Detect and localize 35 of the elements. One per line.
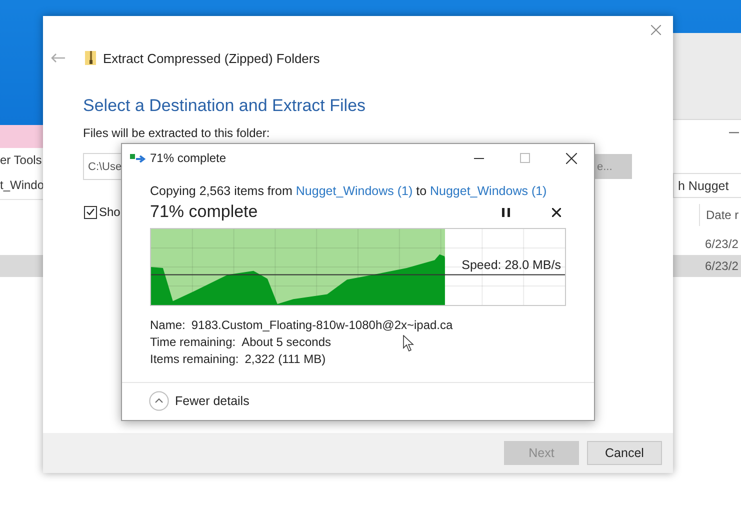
date-cell[interactable]: 6/23/2 bbox=[673, 255, 741, 277]
folder-link[interactable]: Nugget_Windows (1) bbox=[296, 184, 413, 198]
pause-icon bbox=[502, 208, 510, 216]
field-label: Files will be extracted to this folder: bbox=[83, 126, 271, 140]
fewer-details-button[interactable]: Fewer details bbox=[149, 391, 250, 411]
checkbox[interactable] bbox=[84, 206, 97, 218]
ribbon-context-band bbox=[0, 125, 43, 148]
chevron-up-icon bbox=[149, 391, 169, 411]
detail-label: Name: bbox=[150, 317, 186, 334]
zip-folder-icon bbox=[85, 51, 96, 65]
detail-value: About 5 seconds bbox=[242, 334, 331, 351]
detail-label: Time remaining: bbox=[150, 334, 236, 351]
maximize-icon bbox=[520, 153, 530, 163]
speed-label: Speed: 28.0 MB/s bbox=[462, 258, 561, 272]
checkbox-label: Sho bbox=[99, 205, 120, 219]
date-cell[interactable]: 6/23/2 bbox=[673, 233, 741, 255]
window-title: 71% complete bbox=[150, 151, 226, 165]
detail-value: 9183.Custom_Floating-810w-1080h@2x~ipad.ca bbox=[191, 317, 453, 334]
progress-status: 71% complete bbox=[150, 202, 258, 222]
ribbon-tab[interactable]: er Tools bbox=[0, 148, 43, 172]
detail-value: 2,322 (111 MB) bbox=[244, 351, 326, 368]
close-icon bbox=[566, 152, 576, 164]
back-arrow-icon[interactable] bbox=[51, 53, 65, 63]
page-heading: Select a Destination and Extract Files bbox=[83, 96, 367, 116]
column-header[interactable]: Date r bbox=[699, 204, 741, 226]
window-title: Extract Compressed (Zipped) Folders bbox=[103, 50, 320, 66]
cancel-button[interactable]: Cancel bbox=[587, 441, 662, 465]
cursor-icon bbox=[403, 335, 415, 352]
copy-description: Copying 2,563 items from Nugget_Windows (1) to Nugget_Windows (1) bbox=[150, 184, 548, 199]
detail-label: Items remaining: bbox=[150, 351, 239, 368]
minimize-icon[interactable] bbox=[729, 132, 739, 134]
close-icon bbox=[651, 25, 661, 35]
folder-link[interactable]: Nugget_Windows (1) bbox=[430, 184, 547, 198]
copy-icon bbox=[130, 154, 146, 162]
close-icon bbox=[552, 208, 560, 216]
